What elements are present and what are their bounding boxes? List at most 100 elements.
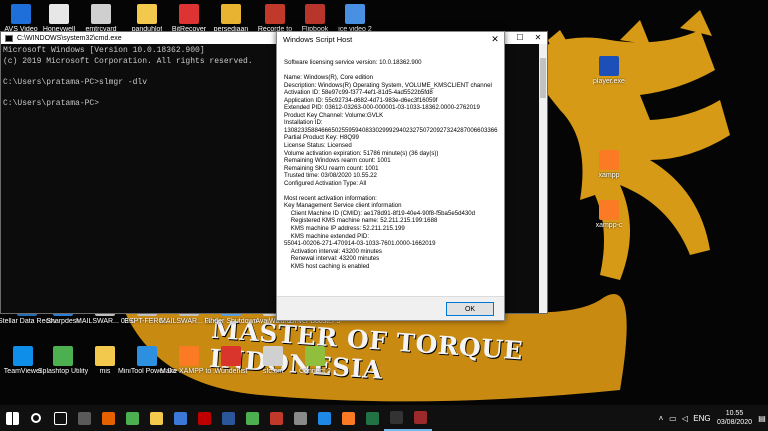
honeywell-icon xyxy=(49,4,69,24)
dialog-line: KMS machine extended PID: xyxy=(284,232,370,240)
dialog-line: Product Key Channel: Volume:GVLK xyxy=(284,111,384,119)
taskbar-button[interactable] xyxy=(336,405,360,431)
recorder-icon xyxy=(269,411,283,425)
dialog-line xyxy=(284,187,498,195)
splashtop-icon xyxy=(53,346,73,366)
dialog-line: 1308233588466650255959408330299929402327… xyxy=(284,126,498,134)
cmd-scrollbar[interactable] xyxy=(539,44,547,313)
language-indicator[interactable]: ENG xyxy=(691,414,713,423)
firefox-icon xyxy=(101,411,115,425)
taskbar-button[interactable] xyxy=(24,405,48,431)
folder-icon xyxy=(137,4,157,24)
dialog-line: Name: Windows(R), Core edition xyxy=(284,74,374,82)
desktop-icon[interactable]: xampp xyxy=(580,150,638,180)
desktop-icon[interactable]: player.exe xyxy=(580,56,638,86)
dialog-line: Most recent activation information: xyxy=(284,194,377,202)
connect-icon xyxy=(305,346,325,366)
xampp-icon xyxy=(599,150,619,170)
file-explorer-icon xyxy=(149,411,163,425)
taskbar-button[interactable] xyxy=(408,405,432,431)
ok-button[interactable]: OK xyxy=(446,302,494,316)
taskbar-button[interactable] xyxy=(144,405,168,431)
wunderlist-icon xyxy=(221,346,241,366)
avs-video-icon xyxy=(11,4,31,24)
desktop-icon-label: xampp xyxy=(598,172,620,179)
search-icon xyxy=(31,413,41,423)
dialog-line: Description: Windows(R) Operating System… xyxy=(284,81,492,89)
dialog-line: Configured Activation Type: All xyxy=(284,179,367,187)
bitrecover-icon xyxy=(179,4,199,24)
chevron-up-icon[interactable]: ˄ xyxy=(655,414,667,423)
vscode-icon xyxy=(317,411,331,425)
taskbar-button[interactable] xyxy=(288,405,312,431)
desktop-icon[interactable]: ice video 2 xyxy=(326,4,384,34)
chrome-icon xyxy=(245,411,259,425)
desktop-icon[interactable]: Connect 2 xyxy=(286,346,344,376)
taskbar-button[interactable] xyxy=(240,405,264,431)
clock[interactable]: 10.55 03/08/2020 xyxy=(713,409,756,427)
dialog-line: Remaining Windows rearm count: 1001 xyxy=(284,157,391,165)
desktop-icon-label: sfc.cm xyxy=(262,368,284,375)
desktop-icon-label: Connect 2 xyxy=(299,368,331,375)
teamviewer-icon xyxy=(13,346,33,366)
taskbar-button[interactable] xyxy=(120,405,144,431)
book-icon xyxy=(305,4,325,24)
taskbar-button[interactable] xyxy=(360,405,384,431)
dialog-footer: OK xyxy=(277,296,504,320)
minitool-icon xyxy=(137,346,157,366)
volume-icon[interactable]: ◁ xyxy=(679,414,691,423)
notification-icon[interactable]: ▤ xyxy=(756,414,768,423)
taskbar-apps xyxy=(0,405,432,431)
cmd-icon xyxy=(5,34,13,42)
desktop-icon-label: Wunderlist xyxy=(214,368,248,375)
dialog-line: 55041-00206-271-470914-03-1033-7601.0000… xyxy=(284,240,436,248)
wsh-dialog[interactable]: Windows Script Host ✕ Software licensing… xyxy=(276,31,505,321)
file-icon xyxy=(263,346,283,366)
desktop-icon-label: Sharpdesk xyxy=(46,318,80,325)
taskbar-button[interactable] xyxy=(264,405,288,431)
taskbar-button[interactable] xyxy=(72,405,96,431)
close-icon[interactable]: ✕ xyxy=(529,32,547,44)
dialog-line: Partial Product Key: H8Q99 xyxy=(284,134,359,142)
dialog-line: Key Management Service client informatio… xyxy=(284,202,402,210)
dialog-line: License Status: Licensed xyxy=(284,142,352,150)
taskbar-button[interactable] xyxy=(192,405,216,431)
desktop-icon-label: mis xyxy=(99,368,111,375)
taskbar-button[interactable] xyxy=(168,405,192,431)
dialog-line: Registered KMS machine name: 52.211.215.… xyxy=(284,217,438,225)
dialog-line: Volume activation expiration: 51786 minu… xyxy=(284,149,439,157)
maximize-icon[interactable]: ☐ xyxy=(511,32,529,44)
desktop-icon[interactable]: xampp-c xyxy=(580,200,638,230)
dialog-line: Extended PID: 03612-03263-000-000001-03-… xyxy=(284,104,480,112)
desktop-icon-label: xampp-c xyxy=(595,222,623,229)
taskbar-button[interactable] xyxy=(384,405,408,431)
taskbar-button[interactable] xyxy=(216,405,240,431)
close-icon[interactable]: ✕ xyxy=(488,33,502,45)
system-tray: ˄ ▭ ◁ ENG 10.55 03/08/2020 ▤ xyxy=(655,405,768,431)
network-icon[interactable]: ▭ xyxy=(667,414,679,423)
dialog-line: Client Machine ID (CMID): ae178d91-8f19-… xyxy=(284,209,476,217)
script-host-icon xyxy=(413,410,427,424)
photos-icon xyxy=(173,411,187,425)
dialog-line: Activation ID: 58e97c99-f377-4ef1-81d5-4… xyxy=(284,89,433,97)
dialog-line: Trusted time: 03/08/2020 10.55.22 xyxy=(284,172,377,180)
file-icon xyxy=(91,4,111,24)
scrollbar-thumb[interactable] xyxy=(540,58,546,98)
taskbar-button[interactable] xyxy=(96,405,120,431)
video-icon xyxy=(345,4,365,24)
taskbar-button[interactable] xyxy=(0,405,24,431)
calculator-icon xyxy=(77,411,91,425)
task-view-icon xyxy=(53,411,67,425)
chrome-icon xyxy=(125,411,139,425)
clock-date: 03/08/2020 xyxy=(716,419,752,426)
taskbar: ˄ ▭ ◁ ENG 10.55 03/08/2020 ▤ xyxy=(0,405,768,431)
xampp-icon xyxy=(179,346,199,366)
word-icon xyxy=(221,411,235,425)
taskbar-button[interactable] xyxy=(48,405,72,431)
taskbar-button[interactable] xyxy=(312,405,336,431)
calendar-icon xyxy=(293,411,307,425)
recorder-icon xyxy=(265,4,285,24)
player-icon xyxy=(599,56,619,76)
dialog-line: Remaining SKU rearm count: 1001 xyxy=(284,164,379,172)
dialog-title: Windows Script Host xyxy=(283,35,353,44)
